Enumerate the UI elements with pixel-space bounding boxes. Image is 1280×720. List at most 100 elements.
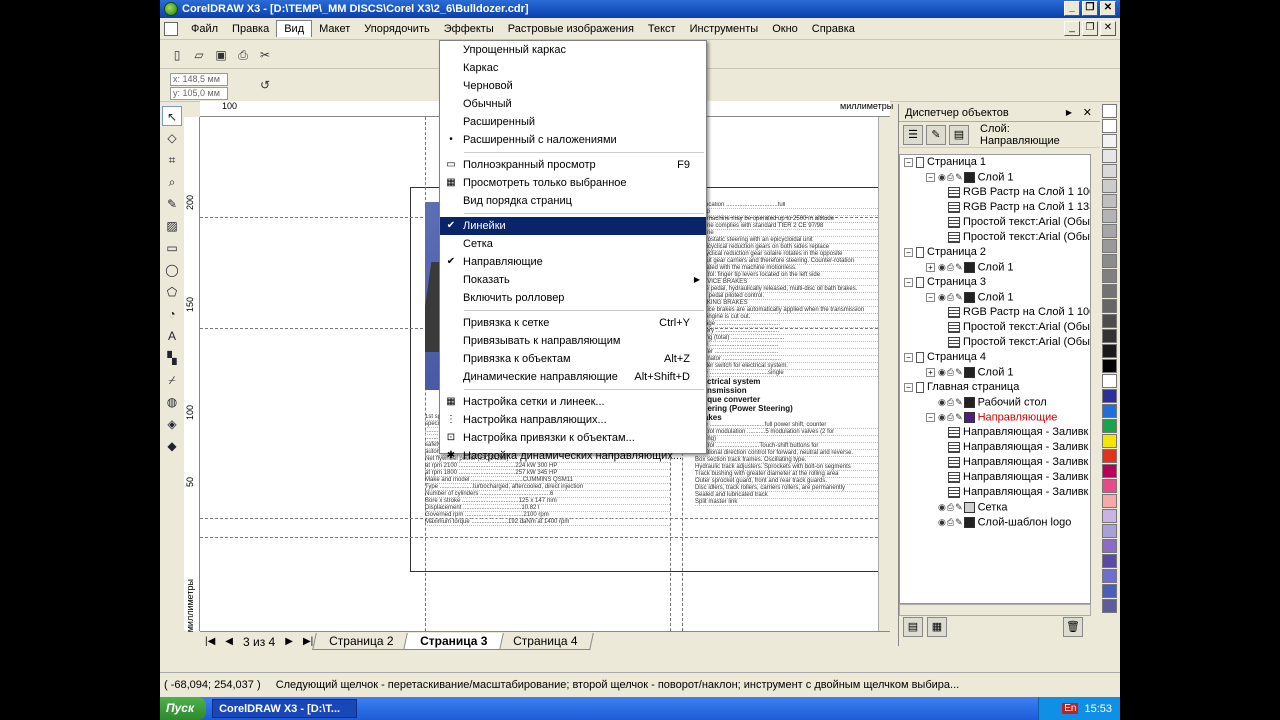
pencil-icon[interactable]: ✎ xyxy=(955,500,963,515)
printer-icon[interactable]: ⎙ xyxy=(947,500,954,515)
close-button[interactable]: ✕ xyxy=(1100,1,1116,16)
document-icon[interactable] xyxy=(164,21,178,36)
doc-minimize-button[interactable]: _ xyxy=(1064,21,1080,36)
taskbar-item-coreldraw[interactable]: CorelDRAW X3 - [D:\T... xyxy=(212,699,358,718)
layer-color-swatch[interactable] xyxy=(963,502,975,513)
expand-toggle-icon[interactable]: + xyxy=(926,368,935,377)
view-menu-item[interactable]: ✱ Настройка динамических направляющих... xyxy=(440,447,706,465)
doc-restore-button[interactable]: ❐ xyxy=(1082,21,1098,36)
palette-swatch[interactable] xyxy=(1102,599,1117,613)
palette-swatch[interactable] xyxy=(1102,389,1117,403)
tree-node-layer[interactable]: ◉⎙✎ Сетка xyxy=(900,500,1090,515)
palette-swatch[interactable] xyxy=(1102,569,1117,583)
pencil-icon[interactable]: ✎ xyxy=(955,290,963,305)
tree-node-layer[interactable]: − ◉⎙✎ Слой 1 xyxy=(900,290,1090,305)
tree-node-text[interactable]: Простой текст:Arial (Обыч xyxy=(900,320,1090,335)
expand-toggle-icon[interactable]: + xyxy=(926,263,935,272)
palette-swatch[interactable] xyxy=(1102,329,1117,343)
view-menu-item[interactable]: Включить ролловер xyxy=(440,289,706,307)
palette-swatch[interactable] xyxy=(1102,539,1117,553)
tree-node-page[interactable]: − Страница 4 xyxy=(900,350,1090,365)
language-indicator[interactable]: En xyxy=(1062,703,1079,714)
guide-line[interactable] xyxy=(200,537,878,538)
view-menu-item[interactable]: ⊡ Настройка привязки к объектам... xyxy=(440,429,706,447)
palette-swatch[interactable] xyxy=(1102,584,1117,598)
tree-node-layer[interactable]: + ◉⎙✎ Слой 1 xyxy=(900,365,1090,380)
view-menu-item[interactable]: Привязка к объектам Alt+Z xyxy=(440,350,706,368)
y-position-field[interactable]: y: 105,0 мм xyxy=(170,87,228,100)
view-menu-item[interactable]: ▦ Просмотреть только выбранное xyxy=(440,174,706,192)
palette-swatch[interactable] xyxy=(1102,494,1117,508)
palette-swatch[interactable] xyxy=(1102,209,1117,223)
menu-window[interactable]: Окно xyxy=(765,21,805,37)
docker-collapse-icon[interactable]: ▶ xyxy=(1066,104,1072,122)
tree-node-layer[interactable]: ◉⎙✎ Рабочий стол xyxy=(900,395,1090,410)
expand-toggle-icon[interactable]: − xyxy=(904,247,913,257)
pencil-icon[interactable]: ✎ xyxy=(955,395,963,410)
outline-tool-icon[interactable]: ◍ xyxy=(162,392,182,412)
edit-across-layers-icon[interactable]: ✎ xyxy=(926,124,946,145)
palette-swatch[interactable] xyxy=(1102,479,1117,493)
layer-color-swatch[interactable] xyxy=(963,172,975,183)
palette-swatch[interactable] xyxy=(1102,419,1117,433)
expand-toggle-icon[interactable]: − xyxy=(926,293,935,302)
expand-toggle-icon[interactable]: − xyxy=(904,157,913,167)
printer-icon[interactable]: ⎙ xyxy=(947,170,954,185)
tree-node-bitmap[interactable]: RGB Растр на Слой 1 100 xyxy=(900,305,1090,320)
pencil-icon[interactable]: ✎ xyxy=(955,365,963,380)
palette-swatch[interactable] xyxy=(1102,224,1117,238)
palette-swatch[interactable] xyxy=(1102,239,1117,253)
view-menu-item[interactable]: • Расширенный с наложениями xyxy=(440,131,706,149)
palette-swatch[interactable] xyxy=(1102,299,1117,313)
layer-color-swatch[interactable] xyxy=(963,292,975,303)
rotate-icon[interactable]: ↺ xyxy=(256,76,274,94)
start-button[interactable]: Пуск xyxy=(160,697,207,720)
x-position-field[interactable]: x: 148,5 мм xyxy=(170,73,228,86)
expand-toggle-icon[interactable]: − xyxy=(926,413,935,422)
eye-icon[interactable]: ◉ xyxy=(938,395,946,410)
menu-bitmaps[interactable]: Растровые изображения xyxy=(501,21,641,37)
palette-swatch[interactable] xyxy=(1102,104,1117,118)
palette-swatch[interactable] xyxy=(1102,254,1117,268)
palette-swatch[interactable] xyxy=(1102,344,1117,358)
tree-node-page[interactable]: − Страница 2 xyxy=(900,245,1090,260)
expand-toggle-icon[interactable]: − xyxy=(904,382,913,392)
view-menu-item[interactable]: Каркас xyxy=(440,59,706,77)
tree-node-text[interactable]: Направляющая - Заливк xyxy=(900,455,1090,470)
view-menu-item[interactable]: Черновой xyxy=(440,77,706,95)
vertical-scrollbar[interactable] xyxy=(878,117,890,631)
palette-swatch[interactable] xyxy=(1102,194,1117,208)
pencil-icon[interactable]: ✎ xyxy=(955,515,963,530)
menu-view[interactable]: Вид xyxy=(276,20,313,37)
menu-tools[interactable]: Инструменты xyxy=(683,21,766,37)
palette-swatch[interactable] xyxy=(1102,314,1117,328)
printer-icon[interactable]: ⎙ xyxy=(947,260,954,275)
doc-close-button[interactable]: ✕ xyxy=(1100,21,1116,36)
interactive-fill-icon[interactable]: ◆ xyxy=(162,436,182,456)
docker-close-icon[interactable]: ✕ xyxy=(1083,104,1092,122)
printer-icon[interactable]: ⎙ xyxy=(947,515,954,530)
view-menu-item[interactable]: Вид порядка страниц xyxy=(440,192,706,210)
printer-icon[interactable]: ⎙ xyxy=(947,290,954,305)
zoom-tool-icon[interactable]: ⌕ xyxy=(162,172,182,192)
view-menu-item[interactable]: ⋮ Настройка направляющих... xyxy=(440,411,706,429)
tree-node-text[interactable]: Простой текст:Arial (Обыч xyxy=(900,215,1090,230)
tree-node-text[interactable]: Направляющая - Заливк xyxy=(900,425,1090,440)
tree-node-text[interactable]: Направляющая - Заливк xyxy=(900,485,1090,500)
palette-swatch[interactable] xyxy=(1102,554,1117,568)
eye-icon[interactable]: ◉ xyxy=(938,170,946,185)
pick-tool-icon[interactable]: ↖ xyxy=(162,106,182,126)
polygon-tool-icon[interactable]: ⬠ xyxy=(162,282,182,302)
palette-swatch[interactable] xyxy=(1102,464,1117,478)
restore-button[interactable]: ❐ xyxy=(1082,1,1098,16)
first-page-icon[interactable]: |◀ xyxy=(200,636,220,647)
new-master-layer-icon[interactable]: ▦ xyxy=(927,617,947,637)
printer-icon[interactable]: ⎙ xyxy=(947,410,954,425)
tree-node-bitmap[interactable]: RGB Растр на Слой 1 100 xyxy=(900,185,1090,200)
show-properties-icon[interactable]: ☰ xyxy=(903,124,923,145)
menu-text[interactable]: Текст xyxy=(641,21,683,37)
eyedropper-icon[interactable]: ⌿ xyxy=(162,370,182,390)
layer-color-swatch[interactable] xyxy=(963,262,975,273)
cut-icon[interactable]: ✂ xyxy=(256,46,274,64)
print-icon[interactable]: ⎙ xyxy=(234,46,252,64)
